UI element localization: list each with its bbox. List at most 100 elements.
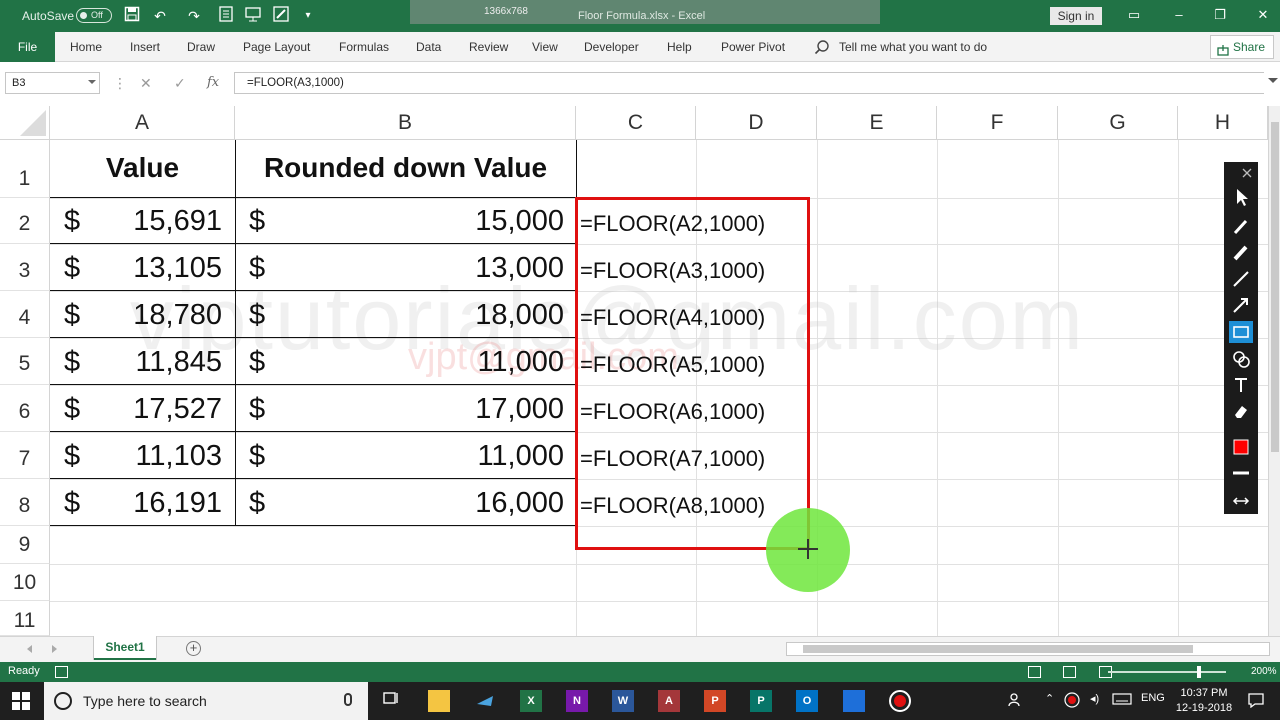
volume-icon[interactable]: ◂) xyxy=(1090,692,1099,705)
pointer-icon[interactable] xyxy=(1229,186,1253,208)
tab-file[interactable]: File xyxy=(0,32,55,62)
presentation-icon[interactable] xyxy=(243,6,263,26)
formula-input[interactable]: =FLOOR(A3,1000) xyxy=(234,72,1264,94)
cell-b6[interactable]: 17,000 xyxy=(475,393,564,426)
column-header-f[interactable]: F xyxy=(937,106,1058,140)
input-language[interactable]: ENG xyxy=(1141,692,1165,704)
column-header-c[interactable]: C xyxy=(576,106,696,140)
numbering-icon[interactable] xyxy=(1229,348,1253,370)
store-app-icon[interactable] xyxy=(843,690,865,712)
undo-icon[interactable]: ↶ xyxy=(150,6,170,26)
column-header-e[interactable]: E xyxy=(817,106,937,140)
expand-formula-bar-icon[interactable] xyxy=(1268,78,1278,83)
outlook-app-icon[interactable]: O xyxy=(796,690,818,712)
redo-icon[interactable]: ↷ xyxy=(184,6,204,26)
tab-view[interactable]: View xyxy=(532,32,558,62)
cell-a1[interactable]: Value xyxy=(50,152,235,184)
sign-in-button[interactable]: Sign in xyxy=(1050,7,1102,25)
column-header-b[interactable]: B xyxy=(235,106,576,140)
confirm-entry-icon[interactable]: ✓ xyxy=(174,74,186,92)
people-icon[interactable] xyxy=(1008,692,1024,711)
microphone-icon[interactable] xyxy=(344,693,352,706)
tab-developer[interactable]: Developer xyxy=(584,32,639,62)
recorder-app-icon[interactable] xyxy=(889,690,911,712)
row-header-2[interactable]: 2 xyxy=(0,198,50,244)
cell-b7[interactable]: 11,000 xyxy=(477,440,564,473)
cell-b4[interactable]: 18,000 xyxy=(475,299,564,332)
tab-draw[interactable]: Draw xyxy=(187,32,215,62)
form-icon[interactable] xyxy=(216,6,236,26)
tab-insert[interactable]: Insert xyxy=(130,32,160,62)
eraser-icon[interactable] xyxy=(1229,400,1253,422)
share-button[interactable]: Share xyxy=(1210,35,1274,59)
minimize-icon[interactable]: – xyxy=(1172,8,1186,22)
tab-review[interactable]: Review xyxy=(469,32,508,62)
lightbulb-search-icon[interactable] xyxy=(814,39,830,55)
windows-start-icon[interactable] xyxy=(12,692,30,710)
zoom-slider-thumb[interactable] xyxy=(1197,666,1201,678)
edit-sheet-icon[interactable] xyxy=(271,6,291,26)
row-header-6[interactable]: 6 xyxy=(0,385,50,432)
horizontal-scrollbar[interactable] xyxy=(786,642,1270,656)
cell-a4[interactable]: 18,780 xyxy=(133,299,222,332)
sheet-tab-sheet1[interactable]: Sheet1 xyxy=(94,636,156,660)
cell-b2[interactable]: 15,000 xyxy=(475,205,564,238)
cell-b5[interactable]: 11,000 xyxy=(477,346,564,379)
onenote-app-icon[interactable]: N xyxy=(566,690,588,712)
cell-a3[interactable]: 13,105 xyxy=(133,252,222,285)
action-center-icon[interactable] xyxy=(1247,692,1265,711)
task-view-icon[interactable] xyxy=(381,690,403,712)
record-tray-icon[interactable] xyxy=(1064,692,1080,711)
horizontal-scroll-thumb[interactable] xyxy=(803,645,1193,653)
column-header-g[interactable]: G xyxy=(1058,106,1178,140)
vertical-scroll-thumb[interactable] xyxy=(1271,122,1279,452)
select-all-corner[interactable] xyxy=(0,106,50,140)
save-icon[interactable] xyxy=(122,6,142,26)
row-header-9[interactable]: 9 xyxy=(0,526,50,564)
macro-recording-icon[interactable] xyxy=(55,666,68,678)
tab-home[interactable]: Home xyxy=(70,32,102,62)
toolbar-expand-icon[interactable] xyxy=(1229,490,1253,512)
row-header-1[interactable]: 1 xyxy=(0,140,50,198)
cell-b3[interactable]: 13,000 xyxy=(475,252,564,285)
insert-function-icon[interactable]: fx xyxy=(207,74,219,92)
cell-a6[interactable]: 17,527 xyxy=(133,393,222,426)
taskbar-search-box[interactable]: Type here to search xyxy=(44,682,368,720)
rectangle-tool-icon[interactable] xyxy=(1229,321,1253,343)
row-header-8[interactable]: 8 xyxy=(0,479,50,526)
ribbon-display-icon[interactable]: ▭ xyxy=(1127,8,1141,22)
row-header-5[interactable]: 5 xyxy=(0,338,50,385)
cell-a2[interactable]: 15,691 xyxy=(133,205,222,238)
color-swatch-icon[interactable] xyxy=(1229,436,1253,458)
text-tool-icon[interactable] xyxy=(1229,374,1253,396)
tab-power-pivot[interactable]: Power Pivot xyxy=(721,32,785,62)
close-icon[interactable]: ✕ xyxy=(1256,8,1270,22)
publisher-app-icon[interactable]: P xyxy=(750,690,772,712)
cell-a7[interactable]: 11,103 xyxy=(135,440,222,473)
access-app-icon[interactable]: A xyxy=(658,690,680,712)
cell-b8[interactable]: 16,000 xyxy=(475,487,564,520)
add-sheet-icon[interactable]: + xyxy=(186,641,201,656)
previous-sheet-icon[interactable] xyxy=(27,645,32,653)
restore-icon[interactable]: ❐ xyxy=(1213,8,1227,22)
row-header-7[interactable]: 7 xyxy=(0,432,50,479)
pen-icon[interactable] xyxy=(1229,216,1253,238)
name-box[interactable]: B3 xyxy=(5,72,100,94)
tab-page-layout[interactable]: Page Layout xyxy=(243,32,310,62)
tab-data[interactable]: Data xyxy=(416,32,441,62)
page-layout-view-icon[interactable] xyxy=(1063,666,1076,678)
column-header-d[interactable]: D xyxy=(696,106,817,140)
excel-app-icon[interactable]: X xyxy=(520,690,542,712)
column-header-a[interactable]: A xyxy=(50,106,235,140)
tab-formulas[interactable]: Formulas xyxy=(339,32,389,62)
tab-help[interactable]: Help xyxy=(667,32,692,62)
highlighter-icon[interactable] xyxy=(1229,242,1253,264)
file-explorer-icon[interactable] xyxy=(428,690,450,712)
normal-view-icon[interactable] xyxy=(1028,666,1041,678)
keyboard-icon[interactable] xyxy=(1112,692,1132,709)
column-header-h[interactable]: H xyxy=(1178,106,1268,140)
row-header-4[interactable]: 4 xyxy=(0,291,50,338)
tell-me-search[interactable]: Tell me what you want to do xyxy=(839,32,987,62)
arrow-icon[interactable] xyxy=(1229,294,1253,316)
cell-b1[interactable]: Rounded down Value xyxy=(235,152,576,184)
